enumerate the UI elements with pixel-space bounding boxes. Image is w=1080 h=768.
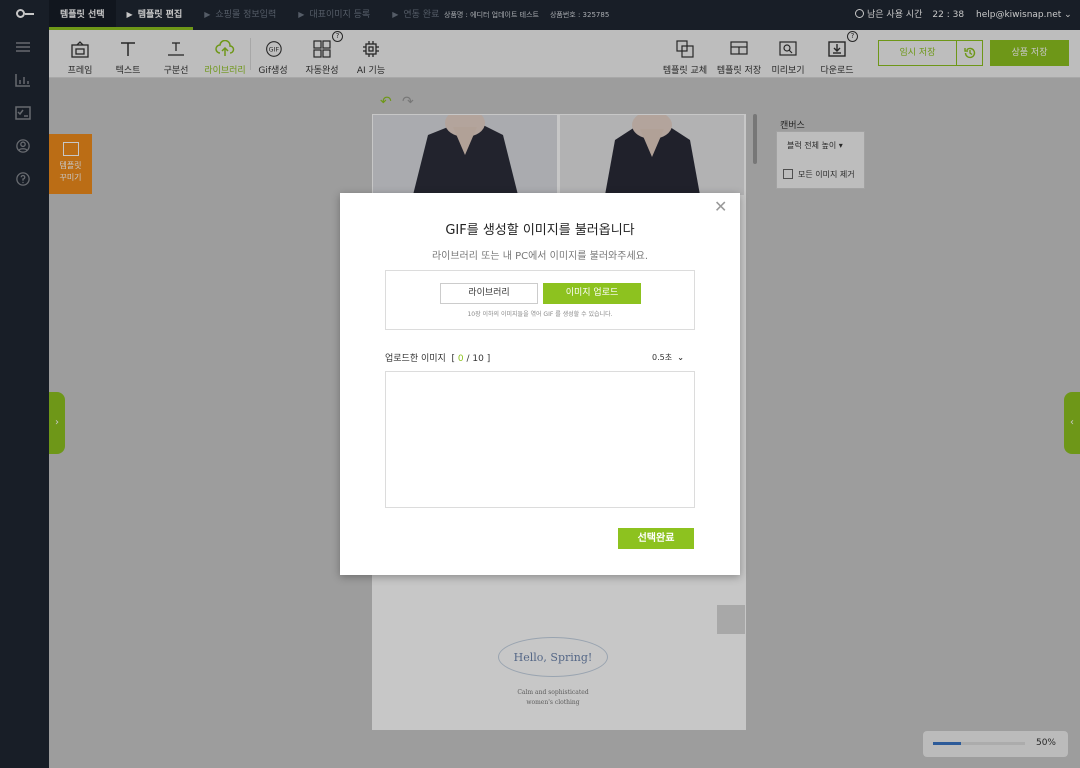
uploaded-images-area[interactable]	[385, 371, 695, 508]
library-button[interactable]: 라이브러리	[440, 283, 538, 304]
uploaded-images-label: 업로드한 이미지 [ 0 / 10 ]	[385, 354, 491, 364]
gif-modal: ✕ GIF를 생성할 이미지를 불러옵니다 라이브러리 또는 내 PC에서 이미…	[340, 193, 740, 575]
image-upload-button[interactable]: 이미지 업로드	[543, 283, 641, 304]
modal-subtitle: 라이브러리 또는 내 PC에서 이미지를 불러와주세요.	[431, 251, 649, 262]
upload-note: 10장 이하의 이미지들을 엮어 GIF 를 생성할 수 있습니다.	[467, 311, 613, 318]
confirm-selection-button[interactable]: 선택완료	[618, 528, 694, 549]
chevron-down-icon: ⌄	[677, 353, 684, 362]
close-icon[interactable]: ✕	[714, 199, 727, 215]
uploaded-count: 0	[457, 354, 464, 364]
modal-title: GIF를 생성할 이미지를 불러옵니다	[445, 223, 635, 238]
max-count: 10	[472, 354, 484, 364]
speed-dropdown[interactable]: 0.5초 ⌄	[652, 352, 684, 363]
source-selector: 라이브러리 이미지 업로드 10장 이하의 이미지들을 엮어 GIF 를 생성할…	[385, 270, 695, 330]
